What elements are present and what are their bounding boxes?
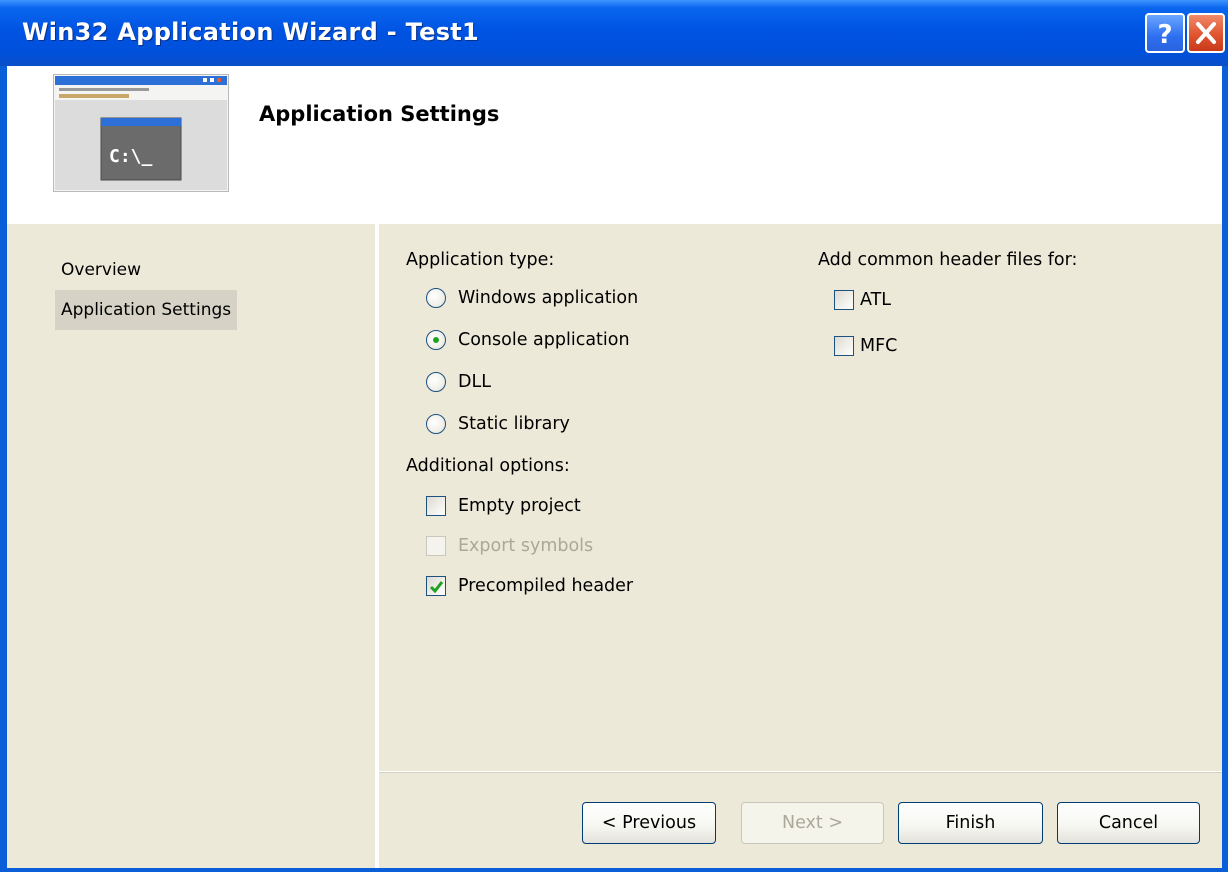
checkbox-label: Empty project	[458, 496, 581, 516]
radio-label: Windows application	[458, 288, 639, 308]
help-button[interactable]: ?	[1145, 13, 1185, 53]
wizard-header: C:\_ Application Settings	[7, 66, 1222, 224]
page-title: Application Settings	[259, 102, 500, 126]
finish-button[interactable]: Finish	[898, 802, 1043, 844]
radio-windows-application[interactable]: Windows application	[426, 284, 638, 312]
radio-label: Console application	[458, 330, 630, 350]
radio-label: Static library	[458, 414, 570, 434]
radio-dll[interactable]: DLL	[426, 368, 491, 396]
window-bottom-border	[0, 868, 1228, 872]
question-mark-icon: ?	[1157, 20, 1172, 50]
checkbox[interactable]	[834, 336, 854, 356]
checkbox-empty-project[interactable]: Empty project	[426, 492, 581, 520]
radio-button[interactable]	[426, 414, 446, 434]
radio-button[interactable]	[426, 372, 446, 392]
next-button: Next >	[741, 802, 884, 844]
checkbox-precompiled-header[interactable]: Precompiled header	[426, 572, 633, 600]
checkbox-mfc[interactable]: MFC	[834, 332, 897, 360]
cancel-button[interactable]: Cancel	[1057, 802, 1200, 844]
wizard-window: Win32 Application Wizard - Test1 ? C:\_ …	[0, 0, 1228, 872]
nav-item-application-settings[interactable]: Application Settings	[55, 290, 238, 330]
console-app-icon: C:\_	[53, 74, 229, 192]
previous-button[interactable]: < Previous	[582, 802, 716, 844]
footer-divider	[379, 772, 1222, 773]
console-prompt-text: C:\_	[109, 146, 153, 167]
radio-console-application[interactable]: Console application	[426, 326, 630, 354]
radio-static-library[interactable]: Static library	[426, 410, 570, 438]
radio-button-selected[interactable]	[426, 330, 446, 350]
checkbox-label: Precompiled header	[458, 576, 634, 596]
application-type-label: Application type:	[406, 250, 555, 270]
window-title: Win32 Application Wizard - Test1	[22, 18, 480, 46]
nav-item-overview[interactable]: Overview	[55, 250, 147, 290]
svg-text:?: ?	[1157, 20, 1172, 50]
checkbox-disabled	[426, 536, 446, 556]
checkbox-label: ATL	[860, 290, 892, 310]
additional-options-label: Additional options:	[406, 456, 570, 476]
checkbox[interactable]	[834, 290, 854, 310]
checkbox-label: Export symbols	[458, 536, 594, 556]
common-headers-label: Add common header files for:	[818, 250, 1078, 270]
close-x-icon	[1196, 22, 1216, 44]
radio-label: DLL	[458, 372, 491, 392]
check-mark-icon	[429, 581, 444, 594]
dialog-client-area: C:\_ Application Settings Overview Appli…	[7, 66, 1222, 868]
checkbox-atl[interactable]: ATL	[834, 286, 891, 314]
checkbox-export-symbols: Export symbols	[426, 532, 593, 560]
close-button[interactable]	[1187, 13, 1225, 53]
title-bar[interactable]: Win32 Application Wizard - Test1 ?	[0, 0, 1228, 66]
radio-button[interactable]	[426, 288, 446, 308]
checkbox-label: MFC	[860, 336, 898, 356]
checkbox-checked[interactable]	[426, 576, 446, 596]
settings-panel: Application type: Windows application Co…	[379, 224, 1222, 771]
wizard-nav: Overview Application Settings	[7, 224, 377, 868]
checkbox[interactable]	[426, 496, 446, 516]
